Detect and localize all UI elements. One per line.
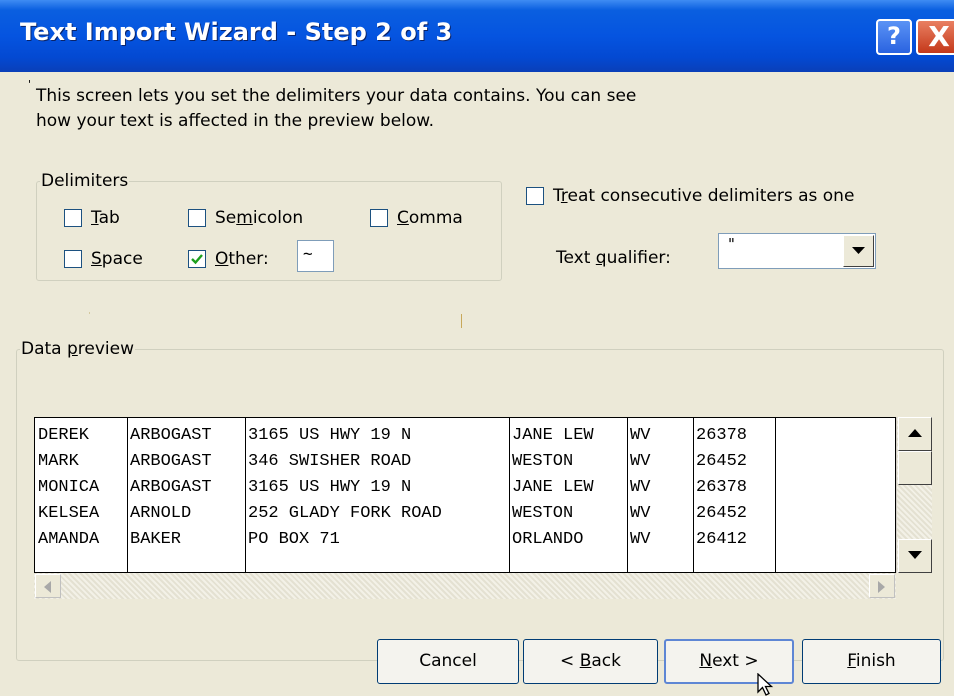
data-preview-grid[interactable]: DEREK ARBOGAST 3165 US HWY 19 N JANE LEW WV 2…: [34, 417, 896, 573]
preview-cell: ARBOGAST: [130, 478, 212, 497]
description-line-2: how your text is affected in the preview…: [36, 111, 435, 131]
preview-cell: 3165 US HWY 19 N: [248, 478, 412, 497]
preview-row: KELSEA ARNOLD 252 GLADY FORK ROAD WESTON WV 2…: [35, 501, 895, 527]
close-button[interactable]: X: [916, 19, 954, 55]
preview-cell: WV: [630, 478, 651, 497]
semicolon-label: Semicolon: [215, 208, 304, 228]
comma-label: Comma: [397, 208, 463, 228]
scrollbar-corner: [896, 573, 932, 599]
preview-cell: PO BOX 71: [248, 530, 340, 549]
artifact-mark: [89, 312, 90, 314]
preview-cell: MONICA: [38, 478, 100, 497]
delimiters-legend: Delimiters: [41, 171, 129, 191]
description-marker: ': [28, 78, 32, 91]
preview-cell: MARK: [38, 452, 79, 471]
space-checkbox[interactable]: Space: [64, 249, 143, 269]
scroll-up-button[interactable]: [898, 417, 932, 451]
tab-label: Tab: [91, 208, 120, 228]
text-qualifier-select[interactable]: ": [718, 233, 876, 269]
other-checkbox-box[interactable]: [188, 250, 206, 268]
help-icon: ?: [887, 22, 901, 50]
preview-cell: 252 GLADY FORK ROAD: [248, 504, 442, 523]
preview-cell: WV: [630, 504, 651, 523]
preview-cell: KELSEA: [38, 504, 100, 523]
preview-cell: BAKER: [130, 530, 182, 549]
treat-consecutive-label: Treat consecutive delimiters as one: [553, 186, 855, 206]
scroll-down-button[interactable]: [898, 539, 932, 573]
tab-checkbox[interactable]: Tab: [64, 208, 120, 228]
title-bar: Text Import Wizard - Step 2 of 3 ? X: [0, 0, 954, 72]
preview-row: MARK ARBOGAST 346 SWISHER ROAD WESTON WV 2645…: [35, 449, 895, 475]
preview-row: MONICA ARBOGAST 3165 US HWY 19 N JANE LEW WV…: [35, 475, 895, 501]
preview-cell: WESTON: [512, 504, 574, 523]
preview-cell: WV: [630, 452, 651, 471]
description-line-1: This screen lets you set the delimiters …: [36, 86, 637, 106]
artifact-mark: [461, 314, 462, 328]
help-button[interactable]: ?: [876, 19, 912, 55]
space-checkbox-box[interactable]: [64, 250, 82, 268]
preview-cell: WV: [630, 426, 651, 445]
tab-checkbox-box[interactable]: [64, 209, 82, 227]
finish-button[interactable]: Finish: [802, 639, 941, 684]
scroll-up-icon: [908, 429, 922, 437]
preview-row: DEREK ARBOGAST 3165 US HWY 19 N JANE LEW WV 2…: [35, 423, 895, 449]
preview-cell: 26452: [696, 452, 748, 471]
preview-cell: 26452: [696, 504, 748, 523]
scroll-right-button[interactable]: [869, 574, 895, 598]
close-icon: X: [928, 20, 950, 53]
preview-cell: 26378: [696, 426, 748, 445]
horizontal-scrollbar[interactable]: [34, 573, 896, 599]
window-title: Text Import Wizard - Step 2 of 3: [20, 18, 453, 46]
scroll-right-icon: [878, 581, 885, 593]
preview-cell: 346 SWISHER ROAD: [248, 452, 412, 471]
text-qualifier-label: Text qualifier:: [556, 248, 671, 268]
text-qualifier-value: ": [728, 235, 735, 253]
text-import-wizard-dialog: Text Import Wizard - Step 2 of 3 ? X ' T…: [0, 0, 954, 696]
scroll-down-icon: [908, 551, 922, 559]
comma-checkbox[interactable]: Comma: [370, 208, 463, 228]
preview-cell: JANE LEW: [512, 426, 594, 445]
text-qualifier-dropdown-button[interactable]: [843, 235, 874, 267]
scroll-left-icon: [44, 581, 51, 593]
preview-cell: ORLANDO: [512, 530, 584, 549]
preview-cell: JANE LEW: [512, 478, 594, 497]
mouse-cursor-icon: [757, 673, 774, 696]
preview-cell: WV: [630, 530, 651, 549]
comma-checkbox-box[interactable]: [370, 209, 388, 227]
other-delimiter-input[interactable]: ~: [297, 240, 334, 272]
semicolon-checkbox-box[interactable]: [188, 209, 206, 227]
treat-consecutive-checkbox-box[interactable]: [526, 187, 544, 205]
checkmark-icon: [191, 254, 203, 265]
space-label: Space: [91, 249, 143, 269]
preview-cell: DEREK: [38, 426, 90, 445]
preview-row: AMANDA BAKER PO BOX 71 ORLANDO WV 26412: [35, 527, 895, 553]
preview-cell: ARNOLD: [130, 504, 192, 523]
other-checkbox[interactable]: Other:: [188, 249, 269, 269]
preview-cell: WESTON: [512, 452, 574, 471]
vertical-scrollbar[interactable]: [896, 417, 932, 573]
preview-cell: ARBOGAST: [130, 452, 212, 471]
preview-cell: 26378: [696, 478, 748, 497]
preview-cell: ARBOGAST: [130, 426, 212, 445]
vertical-scroll-thumb[interactable]: [898, 451, 932, 485]
semicolon-checkbox[interactable]: Semicolon: [188, 208, 303, 228]
preview-cell: 3165 US HWY 19 N: [248, 426, 412, 445]
dialog-body: ' This screen lets you set the delimiter…: [0, 72, 954, 696]
data-preview-legend: Data preview: [21, 339, 135, 359]
preview-cell: 26412: [696, 530, 748, 549]
cancel-button[interactable]: Cancel: [377, 639, 519, 684]
scroll-left-button[interactable]: [35, 574, 61, 598]
preview-cell: AMANDA: [38, 530, 100, 549]
treat-consecutive-checkbox[interactable]: Treat consecutive delimiters as one: [526, 186, 854, 206]
other-label: Other:: [215, 249, 269, 269]
chevron-down-icon: [852, 247, 865, 254]
back-button[interactable]: < Back: [523, 639, 658, 684]
